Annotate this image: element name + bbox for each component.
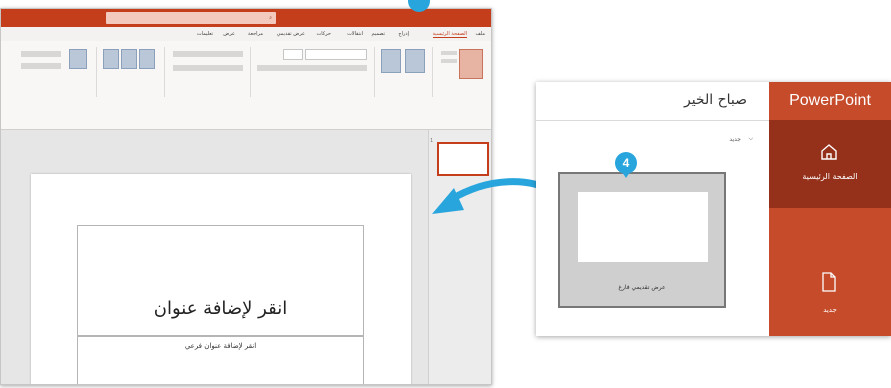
blank-presentation-template[interactable]: عرض تقديمي فارغ: [558, 172, 726, 308]
ribbon-separator: [164, 47, 165, 97]
new-slide-icon[interactable]: [405, 49, 425, 73]
new-section-label: جديد: [729, 136, 741, 143]
powerpoint-start-screen: PowerPoint الصفحة الرئيسية جديد صباح الخ…: [536, 82, 891, 336]
font-size-field[interactable]: [283, 49, 303, 60]
tab-insert[interactable]: إدراج: [398, 31, 409, 37]
title-search-box[interactable]: ⌕: [106, 12, 276, 24]
template-label: عرض تقديمي فارغ: [618, 284, 666, 291]
template-preview: [578, 192, 708, 262]
new-file-icon: [822, 272, 836, 292]
tab-design[interactable]: تصميم: [372, 31, 385, 37]
tab-transitions[interactable]: انتقالات: [347, 31, 363, 37]
font-name-field[interactable]: [305, 49, 367, 60]
ribbon: [1, 41, 491, 130]
thumbnail-number: 1: [430, 138, 434, 144]
tab-home[interactable]: الصفحة الرئيسية: [432, 31, 467, 38]
quick-styles-icon[interactable]: [103, 49, 119, 69]
app-brand: PowerPoint: [769, 82, 891, 120]
subtitle-placeholder[interactable]: انقر لإضافة عنوان فرعي: [77, 335, 364, 384]
slide-canvas[interactable]: انقر لإضافة عنوان انقر لإضافة عنوان فرعي: [31, 174, 411, 384]
title-placeholder-text: انقر لإضافة عنوان: [153, 298, 288, 319]
tab-help[interactable]: تعليمات: [197, 31, 213, 37]
arrange-icon[interactable]: [121, 49, 137, 69]
nav-home[interactable]: الصفحة الرئيسية: [769, 120, 891, 208]
alignment-buttons[interactable]: [173, 65, 243, 71]
ribbon-separator: [250, 47, 251, 97]
tab-review[interactable]: مراجعة: [248, 31, 263, 37]
search-icon: ⌕: [269, 15, 272, 21]
cut-icon[interactable]: [441, 51, 457, 55]
nav-home-label: الصفحة الرئيسية: [802, 172, 858, 181]
ribbon-tabs: ملف الصفحة الرئيسية إدراج تصميم انتقالات…: [1, 27, 491, 41]
shapes-icon[interactable]: [139, 49, 155, 69]
tab-slideshow[interactable]: عرض تقديمي: [277, 31, 305, 37]
nav-new-label: جديد: [823, 306, 837, 314]
start-sidebar: PowerPoint الصفحة الرئيسية جديد: [769, 82, 891, 336]
tab-view[interactable]: عرض: [223, 31, 235, 37]
divider: [536, 120, 769, 121]
layout-icon[interactable]: [381, 49, 401, 73]
editing-icon[interactable]: [69, 49, 87, 69]
subtitle-placeholder-text: انقر لإضافة عنوان فرعي: [184, 342, 257, 350]
slide-thumbnail-panel: 1: [428, 130, 491, 384]
home-icon: [821, 144, 837, 160]
title-placeholder[interactable]: انقر لإضافة عنوان: [77, 225, 364, 337]
powerpoint-editor-window: ⌕ ملف الصفحة الرئيسية إدراج تصميم انتقال…: [0, 8, 492, 385]
ribbon-separator: [374, 47, 375, 97]
paragraph-buttons[interactable]: [173, 51, 243, 57]
ribbon-group-extra[interactable]: [21, 51, 61, 57]
paste-icon[interactable]: [459, 49, 483, 79]
greeting: صباح الخير: [683, 92, 747, 108]
ribbon-group-extra-2[interactable]: [21, 63, 61, 69]
step-badge: 4: [615, 152, 637, 178]
editing-workspace: 1 انقر لإضافة عنوان انقر لإضافة عنوان فر…: [1, 130, 491, 384]
nav-new[interactable]: جديد: [769, 208, 891, 336]
chevron-down-icon[interactable]: ⌵: [748, 135, 753, 143]
start-main-area: صباح الخير ⌵ جديد عرض تقديمي فارغ 4: [536, 82, 769, 336]
tab-animations[interactable]: حركات: [317, 31, 331, 37]
ribbon-separator: [432, 47, 433, 97]
ribbon-separator: [96, 47, 97, 97]
tab-file[interactable]: ملف: [475, 31, 485, 37]
font-format-buttons[interactable]: [257, 65, 367, 71]
copy-icon[interactable]: [441, 59, 457, 63]
